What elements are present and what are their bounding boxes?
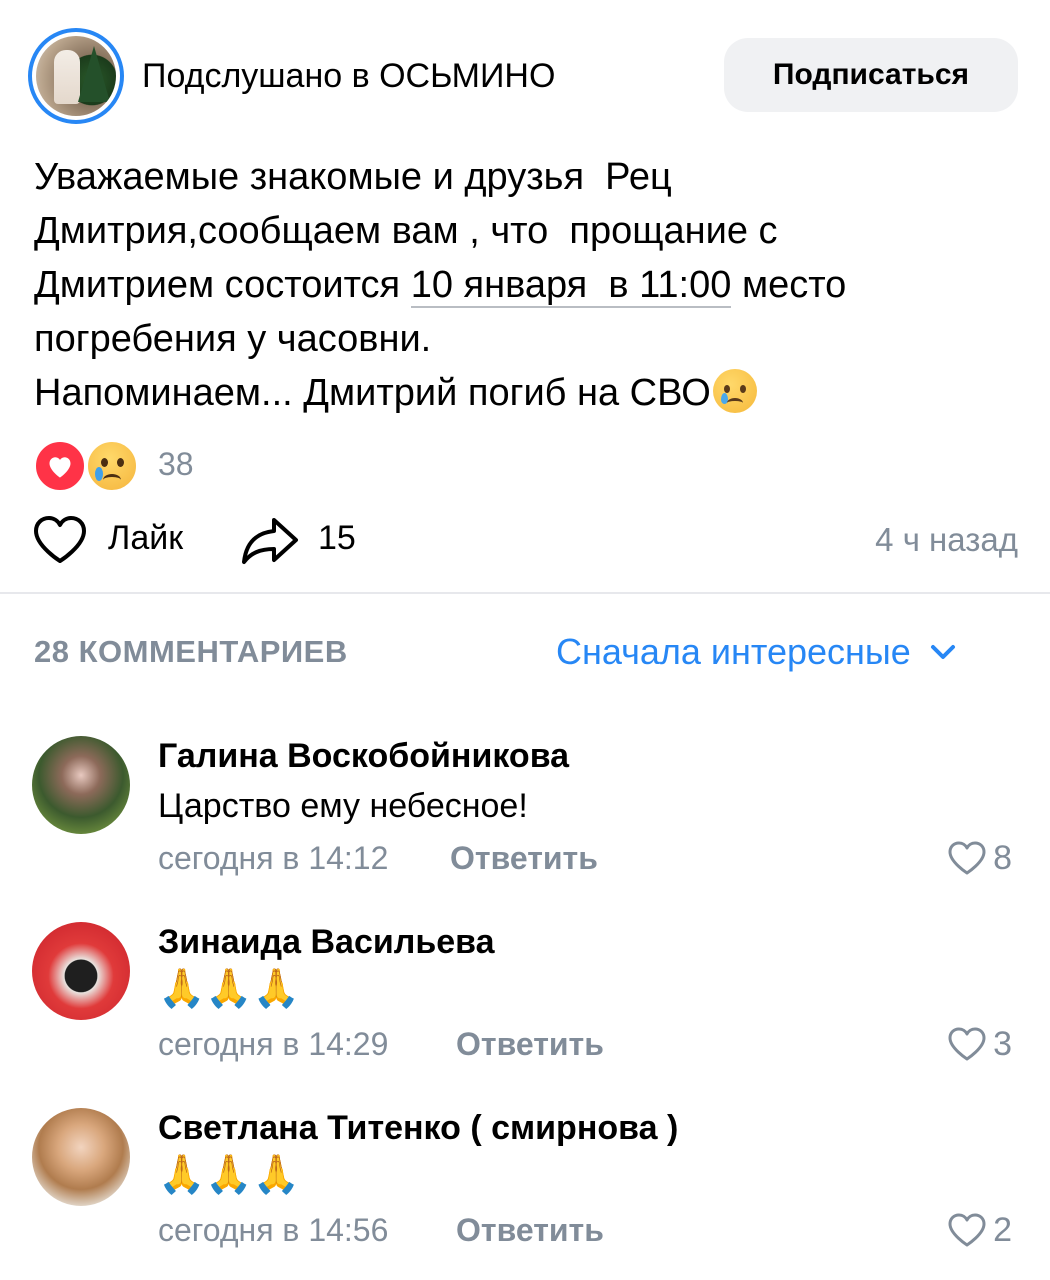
comment-text: 🙏🙏🙏	[158, 1152, 300, 1196]
comment-text: 🙏🙏🙏	[158, 966, 300, 1010]
group-avatar[interactable]	[28, 28, 124, 124]
post-line: погребения у часовни.	[34, 318, 432, 360]
avatar[interactable]	[32, 922, 130, 1020]
comment-like-count: 3	[993, 1025, 1012, 1063]
crying-face-icon[interactable]	[84, 438, 140, 494]
post-line: Уважаемые знакомые и друзья Рец	[34, 156, 672, 198]
comment-item: Светлана Титенко ( смирнова ) 🙏🙏🙏 сегодн…	[0, 1108, 1050, 1258]
comment-author[interactable]: Галина Воскобойникова	[158, 736, 569, 776]
post-line-part: Напоминаем... Дмитрий погиб на СВО	[34, 372, 711, 414]
post-text: Уважаемые знакомые и друзья Рец Дмитрия,…	[34, 150, 1024, 420]
avatar[interactable]	[32, 1108, 130, 1206]
post-line-part: место	[731, 264, 847, 306]
post-line: Дмитрия,сообщаем вам , что прощание с	[34, 210, 778, 252]
comment-author[interactable]: Зинаида Васильева	[158, 922, 495, 962]
comment-time: сегодня в 14:12	[158, 840, 389, 876]
share-count[interactable]: 15	[318, 518, 356, 558]
share-arrow-icon[interactable]	[240, 514, 300, 566]
heart-outline-icon[interactable]	[947, 1212, 987, 1248]
comment-like-button[interactable]: 2	[947, 1210, 1012, 1250]
comment-item: Галина Воскобойникова Царство ему небесн…	[0, 736, 1050, 886]
post-line: Напоминаем... Дмитрий погиб на СВО	[34, 366, 1024, 420]
heart-outline-icon[interactable]	[947, 840, 987, 876]
comment-like-button[interactable]: 3	[947, 1024, 1012, 1064]
group-avatar-image	[36, 36, 116, 116]
reply-button[interactable]: Ответить	[456, 1210, 604, 1250]
group-name[interactable]: Подслушано в ОСЬМИНО	[142, 56, 555, 96]
reply-button[interactable]: Ответить	[456, 1024, 604, 1064]
date-link[interactable]: 10 января в 11:00	[410, 264, 732, 308]
heart-outline-icon[interactable]	[32, 514, 88, 566]
post-line-part: Дмитрием состоится	[34, 264, 411, 306]
comment-item: Зинаида Васильева 🙏🙏🙏 сегодня в 14:29 От…	[0, 922, 1050, 1072]
comments-sort-select[interactable]: Сначала интересные	[556, 630, 957, 674]
comment-author[interactable]: Светлана Титенко ( смирнова )	[158, 1108, 678, 1148]
comment-time: сегодня в 14:56	[158, 1212, 389, 1248]
comment-like-count: 8	[993, 839, 1012, 877]
comment-text: Царство ему небесное!	[158, 787, 528, 825]
comment-time: сегодня в 14:29	[158, 1026, 389, 1062]
comment-like-count: 2	[993, 1211, 1012, 1249]
sort-label[interactable]: Сначала интересные	[556, 630, 911, 674]
divider	[0, 592, 1050, 594]
reply-button[interactable]: Ответить	[450, 838, 598, 878]
heart-icon[interactable]	[32, 438, 88, 494]
reactions-count[interactable]: 38	[158, 444, 194, 484]
post-line: Дмитрием состоится 10 января в 11:00 мес…	[34, 258, 1024, 312]
comment-like-button[interactable]: 8	[947, 838, 1012, 878]
sad-face-emoji-icon	[712, 369, 757, 413]
like-button[interactable]: Лайк	[108, 518, 183, 558]
heart-outline-icon[interactable]	[947, 1026, 987, 1062]
subscribe-button[interactable]: Подписаться	[724, 38, 1018, 112]
post-time: 4 ч назад	[875, 521, 1018, 558]
comments-count: 28 КОММЕНТАРИЕВ	[34, 634, 348, 669]
chevron-down-icon[interactable]	[929, 642, 957, 662]
avatar[interactable]	[32, 736, 130, 834]
